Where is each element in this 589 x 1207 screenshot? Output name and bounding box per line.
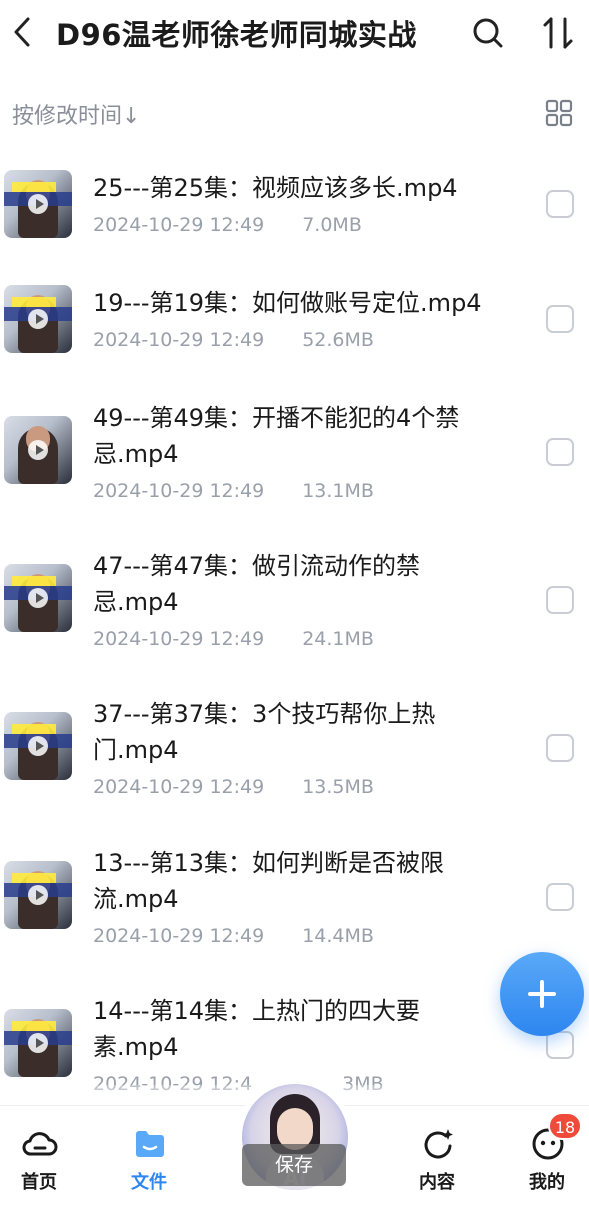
file-size: 13.5MB <box>302 776 374 798</box>
play-icon <box>28 194 48 214</box>
cloud-home-icon <box>22 1132 58 1156</box>
nav-home[interactable]: 首页 <box>4 1124 74 1194</box>
file-meta: 2024-10-29 12:49 52.6MB <box>93 329 374 351</box>
file-size: 13.1MB <box>302 480 374 502</box>
file-meta: 2024-10-29 12:49 13.5MB <box>93 776 374 798</box>
file-meta: 2024-10-29 12:49 14.4MB <box>93 925 374 947</box>
file-date: 2024-10-29 12:49 <box>93 925 265 947</box>
nav-files-label: 文件 <box>131 1172 167 1193</box>
file-size: 14.4MB <box>302 925 374 947</box>
file-name: 37---第37集：3个技巧帮你上热门.mp4 <box>93 700 436 764</box>
video-thumbnail <box>4 861 72 929</box>
file-name: 25---第25集：视频应该多长.mp4 <box>93 174 458 202</box>
play-icon <box>28 588 48 608</box>
sort-icon[interactable] <box>540 15 576 51</box>
file-name: 14---第14集：上热门的四大要素.mp4 <box>93 997 421 1061</box>
select-checkbox[interactable] <box>546 190 574 218</box>
select-checkbox[interactable] <box>546 305 574 333</box>
nav-mine-label: 我的 <box>529 1172 565 1193</box>
file-date: 2024-10-29 12:49 <box>93 480 265 502</box>
file-size: 7.0MB <box>302 214 362 236</box>
video-thumbnail <box>4 170 72 238</box>
refresh-sparkle-icon <box>424 1129 453 1159</box>
select-checkbox[interactable] <box>546 734 574 762</box>
file-date: 2024-10-29 12:49 <box>93 776 265 798</box>
select-checkbox[interactable] <box>546 586 574 614</box>
sort-bar: 按修改时间↓ <box>0 90 589 134</box>
video-thumbnail <box>4 285 72 353</box>
file-meta: 2024-10-29 12:49 13.1MB <box>93 480 374 502</box>
file-name: 49---第49集：开播不能犯的4个禁忌.mp4 <box>93 404 460 468</box>
file-size: 24.1MB <box>302 628 374 650</box>
select-checkbox[interactable] <box>546 438 574 466</box>
play-icon <box>28 440 48 460</box>
play-icon <box>28 309 48 329</box>
file-name: 47---第47集：做引流动作的禁忌.mp4 <box>93 552 421 616</box>
nav-files[interactable]: 文件 <box>114 1124 184 1194</box>
save-toast: 保存 <box>242 1144 346 1186</box>
nav-home-label: 首页 <box>21 1172 57 1193</box>
file-date: 2024-10-29 12:49 <box>93 628 265 650</box>
sort-by-modified-button[interactable]: 按修改时间↓ <box>12 98 140 130</box>
grid-view-icon[interactable] <box>544 98 574 128</box>
play-icon <box>28 885 48 905</box>
page-title: D96温老师徐老师同城实战 <box>56 18 417 52</box>
file-meta: 2024-10-29 12:49 24.1MB <box>93 628 374 650</box>
header: D96温老师徐老师同城实战 <box>0 0 589 66</box>
play-icon <box>28 1033 48 1053</box>
file-date: 2024-10-29 12:49 <box>93 329 265 351</box>
back-arrow-icon[interactable] <box>8 14 36 50</box>
video-thumbnail <box>4 416 72 484</box>
file-meta: 2024-10-29 12:49 7.0MB <box>93 214 362 236</box>
file-name: 19---第19集：如何做账号定位.mp4 <box>93 289 482 317</box>
file-name: 13---第13集：如何判断是否被限流.mp4 <box>93 849 445 913</box>
nav-content[interactable]: 内容 <box>402 1124 472 1194</box>
file-size: 52.6MB <box>302 329 374 351</box>
play-icon <box>28 736 48 756</box>
file-date: 2024-10-29 12:49 <box>93 214 265 236</box>
notification-badge: 18 <box>548 1112 582 1140</box>
video-thumbnail <box>4 1009 72 1077</box>
select-checkbox[interactable] <box>546 883 574 911</box>
video-thumbnail <box>4 712 72 780</box>
folder-icon <box>136 1131 164 1157</box>
nav-content-label: 内容 <box>419 1172 455 1193</box>
video-thumbnail <box>4 564 72 632</box>
search-icon[interactable] <box>470 15 506 51</box>
add-button[interactable] <box>500 952 584 1036</box>
